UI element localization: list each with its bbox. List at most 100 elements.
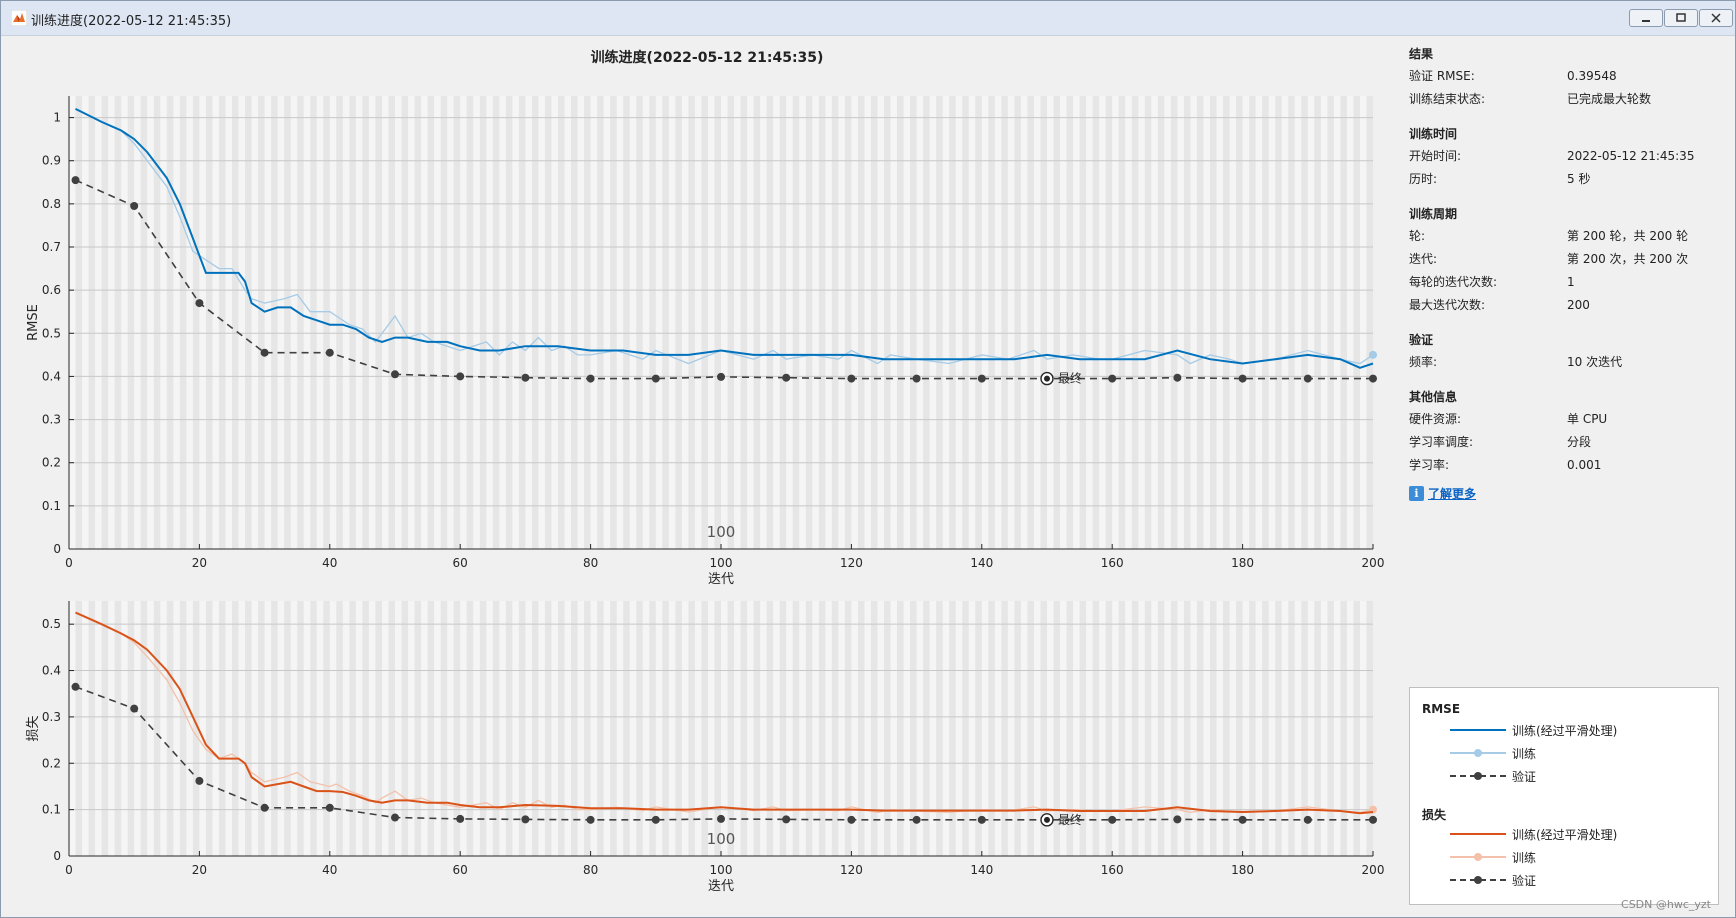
- start-label: 开始时间:: [1409, 149, 1462, 163]
- epoch-stripe: [108, 96, 115, 549]
- epoch-stripe: [473, 601, 480, 856]
- epoch-label: 轮:: [1409, 229, 1426, 243]
- epoch-stripe: [929, 601, 937, 856]
- epoch-stripe: [799, 601, 806, 856]
- loss-x-axis-label: 迭代: [708, 879, 734, 894]
- rmse-validation-point: [521, 373, 530, 382]
- loss-validation-point: [71, 682, 80, 691]
- epoch-stripe: [538, 96, 545, 549]
- loss-x-tick-label: 60: [453, 863, 468, 877]
- epoch-stripe: [994, 96, 1002, 549]
- epoch-stripe: [1151, 601, 1158, 856]
- rmse-final-marker-center: [1044, 375, 1050, 382]
- loss-validation-point: [1303, 815, 1312, 824]
- legend-loss-val: 验证: [1450, 870, 1536, 890]
- loss-validation-point: [1369, 815, 1377, 824]
- loss-validation-point: [1238, 815, 1247, 824]
- epoch-stripe: [121, 601, 128, 856]
- epoch-stripe: [890, 601, 898, 856]
- epoch-stripe: [916, 96, 924, 549]
- epoch-stripe: [968, 96, 976, 549]
- minimize-icon: [1642, 20, 1650, 22]
- epoch-stripe: [551, 601, 558, 856]
- epoch-stripe: [786, 96, 793, 549]
- epoch-stripe: [1138, 96, 1145, 549]
- epoch-stripe: [316, 601, 324, 856]
- epoch-stripe: [694, 96, 702, 549]
- epoch-stripe: [1073, 96, 1080, 549]
- lr-sched-row: 学习率调度: 分段: [1409, 431, 1729, 454]
- rmse-validation-point: [325, 348, 334, 357]
- epoch-stripe: [838, 96, 845, 549]
- rmse-y-tick-label: 0: [53, 542, 61, 556]
- epoch-stripe: [212, 96, 219, 549]
- epoch-stripe: [968, 601, 976, 856]
- epoch-stripe: [747, 96, 754, 549]
- rmse-validation-point: [1238, 374, 1247, 383]
- loss-validation-point: [782, 815, 791, 824]
- status-value: 已完成最大轮数: [1567, 92, 1652, 106]
- epoch-stripe: [1294, 601, 1302, 856]
- epoch-stripe: [851, 96, 858, 549]
- rmse-validation-point: [130, 202, 139, 211]
- epoch-stripe: [277, 601, 285, 856]
- epoch-stripe: [1033, 96, 1041, 549]
- legend-line-rmse-val: [1450, 772, 1506, 780]
- max-iter-row: 最大迭代次数: 200: [1409, 294, 1729, 317]
- epoch-stripe: [864, 601, 871, 856]
- epoch-stripe: [1060, 96, 1067, 549]
- epoch-stripe: [1307, 96, 1315, 549]
- epoch-value: 第 200 轮，共 200 轮: [1567, 229, 1689, 243]
- legend-loss-smoothed-label: 训练(经过平滑处理): [1512, 827, 1618, 842]
- epoch-stripe: [903, 601, 911, 856]
- minimize-button[interactable]: [1629, 9, 1663, 27]
- epoch-stripe: [629, 96, 637, 549]
- other-heading: 其他信息: [1409, 390, 1458, 404]
- epoch-stripe: [616, 601, 624, 856]
- loss-x-tick-label: 140: [970, 863, 993, 877]
- epoch-stripe: [773, 96, 780, 549]
- epoch-stripe: [1138, 601, 1145, 856]
- rmse-validation-point: [195, 299, 204, 308]
- epoch-stripe: [1268, 96, 1276, 549]
- loss-validation-point: [195, 776, 204, 785]
- rmse-y-axis-label: RMSE: [26, 304, 41, 341]
- rmse-x-tick-label: 160: [1101, 556, 1124, 570]
- rmse-validation-point: [912, 374, 921, 383]
- legend-rmse-heading: RMSE: [1422, 702, 1461, 716]
- rmse-x-tick-label: 120: [840, 556, 863, 570]
- epoch-stripe: [577, 601, 585, 856]
- freq-label: 频率:: [1409, 355, 1438, 369]
- rmse-y-tick-label: 0.1: [42, 499, 61, 513]
- legend-rmse-val: 验证: [1450, 766, 1536, 786]
- epoch-stripe: [421, 96, 428, 549]
- rmse-x-tick-label: 80: [583, 556, 598, 570]
- epoch-stripe: [877, 601, 884, 856]
- epoch-stripe: [434, 96, 441, 549]
- epoch-stripe: [303, 96, 311, 549]
- epoch-stripe: [799, 96, 806, 549]
- loss-x-tick-label: 120: [840, 863, 863, 877]
- epoch-stripe: [1294, 96, 1302, 549]
- rmse-x-tick-label: 180: [1231, 556, 1254, 570]
- epoch-stripe: [1320, 96, 1328, 549]
- epoch-stripe: [1099, 96, 1106, 549]
- epoch-stripe: [1099, 601, 1106, 856]
- epoch-stripe: [903, 96, 911, 549]
- loss-x-tick-label: 0: [65, 863, 73, 877]
- epoch-stripe: [1190, 601, 1197, 856]
- loss-validation-point: [456, 814, 465, 823]
- epoch-stripe: [1203, 601, 1210, 856]
- learn-more-link[interactable]: 了解更多: [1428, 485, 1476, 502]
- legend-loss-train-label: 训练: [1512, 850, 1537, 865]
- epoch-stripe: [1242, 96, 1250, 549]
- epoch-stripe: [1190, 96, 1197, 549]
- epoch-stripe: [69, 96, 76, 549]
- close-button[interactable]: [1699, 9, 1733, 27]
- epoch-stripe: [1086, 601, 1093, 856]
- rmse-validation-point: [651, 374, 660, 383]
- epoch-stripe: [95, 96, 102, 549]
- restore-icon: [1676, 13, 1686, 22]
- status-row: 训练结束状态: 已完成最大轮数: [1409, 88, 1729, 111]
- maximize-button[interactable]: [1664, 9, 1698, 27]
